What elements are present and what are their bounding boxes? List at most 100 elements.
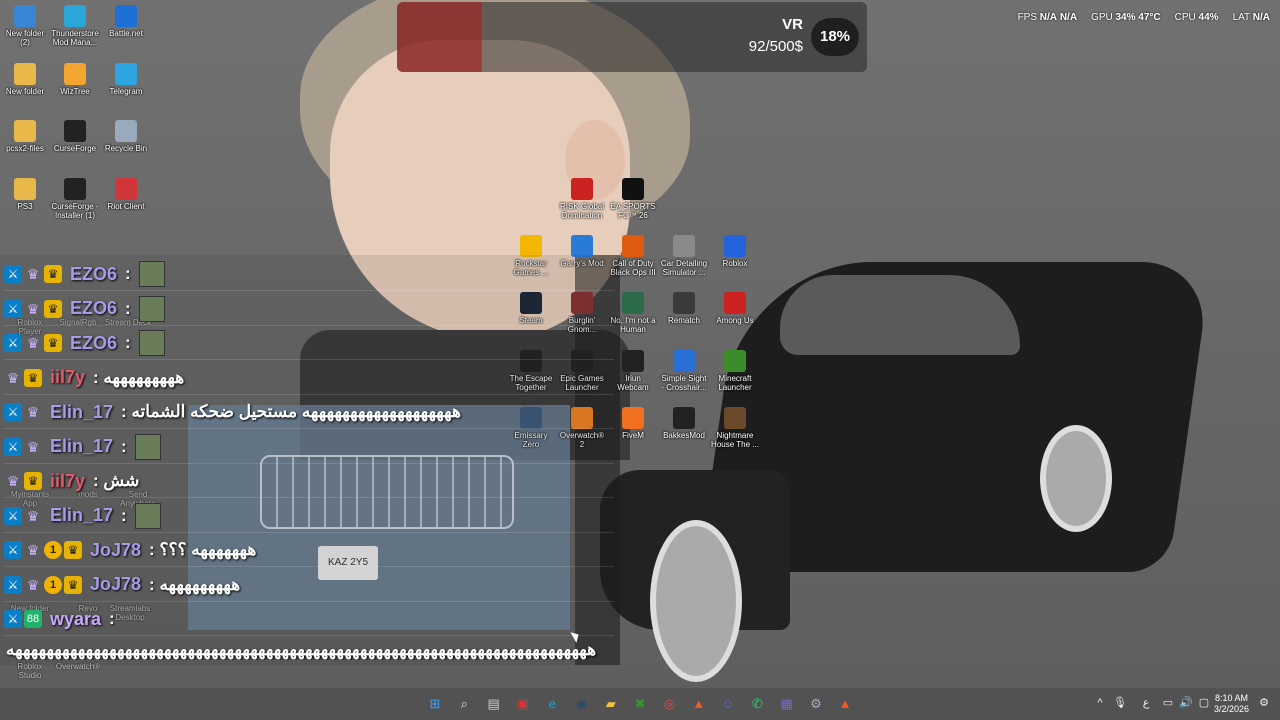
app-icon xyxy=(673,350,695,372)
settings-gear-icon[interactable]: ⚙ xyxy=(1256,695,1272,711)
desktop-icon[interactable]: Recycle Bin xyxy=(102,120,150,153)
chat-message: ⚔ ♛ ♛ EZO6: xyxy=(4,259,614,291)
sub-badge-icon: ♛ xyxy=(26,404,40,420)
explorer-icon[interactable]: ▰ xyxy=(601,694,621,714)
desktop-icon-label: New folder (2) xyxy=(5,29,45,47)
system-clock[interactable]: 8:10 AM 3/2/2026 xyxy=(1214,693,1249,715)
chat-username: Elin_17 xyxy=(50,436,114,456)
desktop-icon[interactable]: EA SPORTS FC™ 26 xyxy=(609,178,657,220)
num-badge-icon: 1 xyxy=(44,575,62,594)
app-grid-icon[interactable]: ▦ xyxy=(777,694,797,714)
network-icon[interactable]: ▭ xyxy=(1160,695,1176,711)
mod-badge-icon: ⚔ xyxy=(4,403,22,421)
app-icon xyxy=(64,5,86,27)
app-icon xyxy=(14,178,36,200)
desktop-icon-label: Among Us xyxy=(716,316,754,325)
mod-badge-icon: ⚔ xyxy=(4,575,22,594)
cpu-label: CPU xyxy=(1174,12,1196,23)
stream-chat-overlay: هههههههههههههههههههههههههههههههههههههههه… xyxy=(0,255,620,665)
volume-icon[interactable]: 🔊 xyxy=(1178,695,1194,711)
sub-badge-icon: ♛ xyxy=(6,369,20,386)
app-red-icon[interactable]: ▣ xyxy=(513,694,533,714)
desktop-icon[interactable]: Among Us xyxy=(711,292,759,325)
desktop-icon[interactable]: RISK Global Domination xyxy=(558,178,606,220)
desktop-icon[interactable]: Car Detailing Simulator ... xyxy=(660,235,708,277)
whatsapp-icon[interactable]: ✆ xyxy=(747,694,767,714)
chat-message: ♛ ♛ iil7y: هههههههههه xyxy=(4,363,614,395)
desktop-icon[interactable]: CurseForge xyxy=(51,120,99,153)
search-icon[interactable]: ⌕ xyxy=(454,694,474,714)
desktop-icon-label: Roblox xyxy=(722,259,748,268)
edge-icon[interactable]: e xyxy=(542,694,562,714)
chrome-icon[interactable]: ◎ xyxy=(659,694,679,714)
desktop-icon[interactable]: Telegram xyxy=(102,63,150,96)
chat-username: Elin_17 xyxy=(50,401,114,422)
desktop-icon[interactable]: Nightmare House The ... xyxy=(711,407,759,449)
clock-date: 3/2/2026 xyxy=(1214,704,1250,714)
chat-text: : شش xyxy=(93,471,140,490)
desktop-icon-label: Battle.net xyxy=(109,29,143,38)
phone-link-icon[interactable]: ▢ xyxy=(1196,695,1212,711)
green-badge-icon: 88 xyxy=(24,610,42,628)
app-icon xyxy=(622,292,644,314)
chat-emote-icon xyxy=(134,433,161,460)
xbox-icon[interactable]: ✖ xyxy=(630,694,650,714)
desktop-icon[interactable]: pcsx2-files xyxy=(1,120,49,153)
settings-icon[interactable]: ⚙ xyxy=(806,694,826,714)
chat-message: ⚔ ♛ Elin_17: xyxy=(4,501,614,533)
file-manager-icon[interactable]: ▤ xyxy=(484,694,504,714)
taskbar: ^ 🎙 ع ▭ 🔊 ▢ ⚙ ⊞ ⌕ ▤ ▣ e ◉ ▰ ✖ ◎ ▲ ☺ ✆ ▦ ⚙ ▲ xyxy=(0,688,1280,720)
desktop-icon-label: Rematch xyxy=(667,316,700,325)
vr-percent-badge: 18% xyxy=(811,18,859,56)
desktop-icon[interactable]: Riot Client xyxy=(102,178,150,211)
chat-text: : xyxy=(125,298,131,318)
language-indicator[interactable]: ع xyxy=(1138,695,1154,711)
mod-badge-icon: ⚔ xyxy=(4,299,22,318)
desktop-icon-label: FiveM xyxy=(622,431,644,440)
chat-message: ⚔ ♛ ♛ EZO6: xyxy=(4,328,614,360)
desktop-icon[interactable]: BakkesMod xyxy=(660,407,708,440)
desktop-icon[interactable]: Roblox xyxy=(711,235,759,268)
steam-icon[interactable]: ◉ xyxy=(572,694,592,714)
desktop-icon[interactable]: New folder xyxy=(1,63,49,96)
mod-badge-icon: ⚔ xyxy=(4,541,22,559)
chat-username: wyara xyxy=(50,608,102,629)
lat-stat: LAT N/A xyxy=(1233,12,1270,23)
desktop-icon-label: RISK Global Domination xyxy=(559,202,605,220)
desktop-icon[interactable]: Battle.net xyxy=(102,5,150,38)
discord-icon[interactable]: ☺ xyxy=(718,694,738,714)
desktop-icon[interactable]: New folder (2) xyxy=(1,5,49,47)
chat-text: : هههههههههه xyxy=(93,367,185,387)
desktop-icon[interactable]: PS3 xyxy=(1,178,49,211)
app-icon xyxy=(115,63,137,85)
chat-text: : xyxy=(109,609,115,628)
app-icon xyxy=(115,5,137,27)
lat-label: LAT xyxy=(1232,12,1250,23)
windows-start-icon[interactable]: ⊞ xyxy=(425,694,445,714)
chat-message: ⚔ 88 wyara: xyxy=(4,604,614,636)
chat-text: : هههههههه ؟؟؟ xyxy=(149,540,257,559)
sub-badge-icon: ♛ xyxy=(26,335,40,351)
microphone-icon[interactable]: 🎙 xyxy=(1112,695,1128,711)
fps-label: FPS xyxy=(1017,12,1038,23)
tray-overflow-chevron-icon[interactable]: ^ xyxy=(1092,695,1108,711)
desktop-icon[interactable]: Rematch xyxy=(660,292,708,325)
desktop-icon-label: PS3 xyxy=(17,202,33,211)
app-icon xyxy=(115,120,137,142)
sub-badge-icon: ♛ xyxy=(6,473,20,489)
app-icon xyxy=(14,120,36,142)
desktop-icon[interactable]: Minecraft Launcher xyxy=(711,350,759,392)
brave-beta-icon[interactable]: ▲ xyxy=(835,694,855,714)
chat-username: EZO6 xyxy=(70,263,118,284)
app-icon xyxy=(622,178,644,200)
sub-badge-icon: ♛ xyxy=(26,438,40,455)
desktop-icon[interactable]: Thunderstore Mod Mana... xyxy=(51,5,99,47)
brave-icon[interactable]: ▲ xyxy=(689,694,709,714)
chat-message: ⚔ ♛ 1 ♛ JoJ78: هههههههه ؟؟؟ xyxy=(4,535,614,567)
desktop-icon[interactable]: WizTree xyxy=(51,63,99,96)
app-icon xyxy=(571,178,593,200)
desktop-icon[interactable]: CurseForge - Installer (1) xyxy=(51,178,99,220)
app-icon xyxy=(673,292,695,314)
desktop-icon[interactable]: Simple Sight - Crosshair... xyxy=(660,350,708,392)
crown-badge-icon: ♛ xyxy=(64,541,82,559)
